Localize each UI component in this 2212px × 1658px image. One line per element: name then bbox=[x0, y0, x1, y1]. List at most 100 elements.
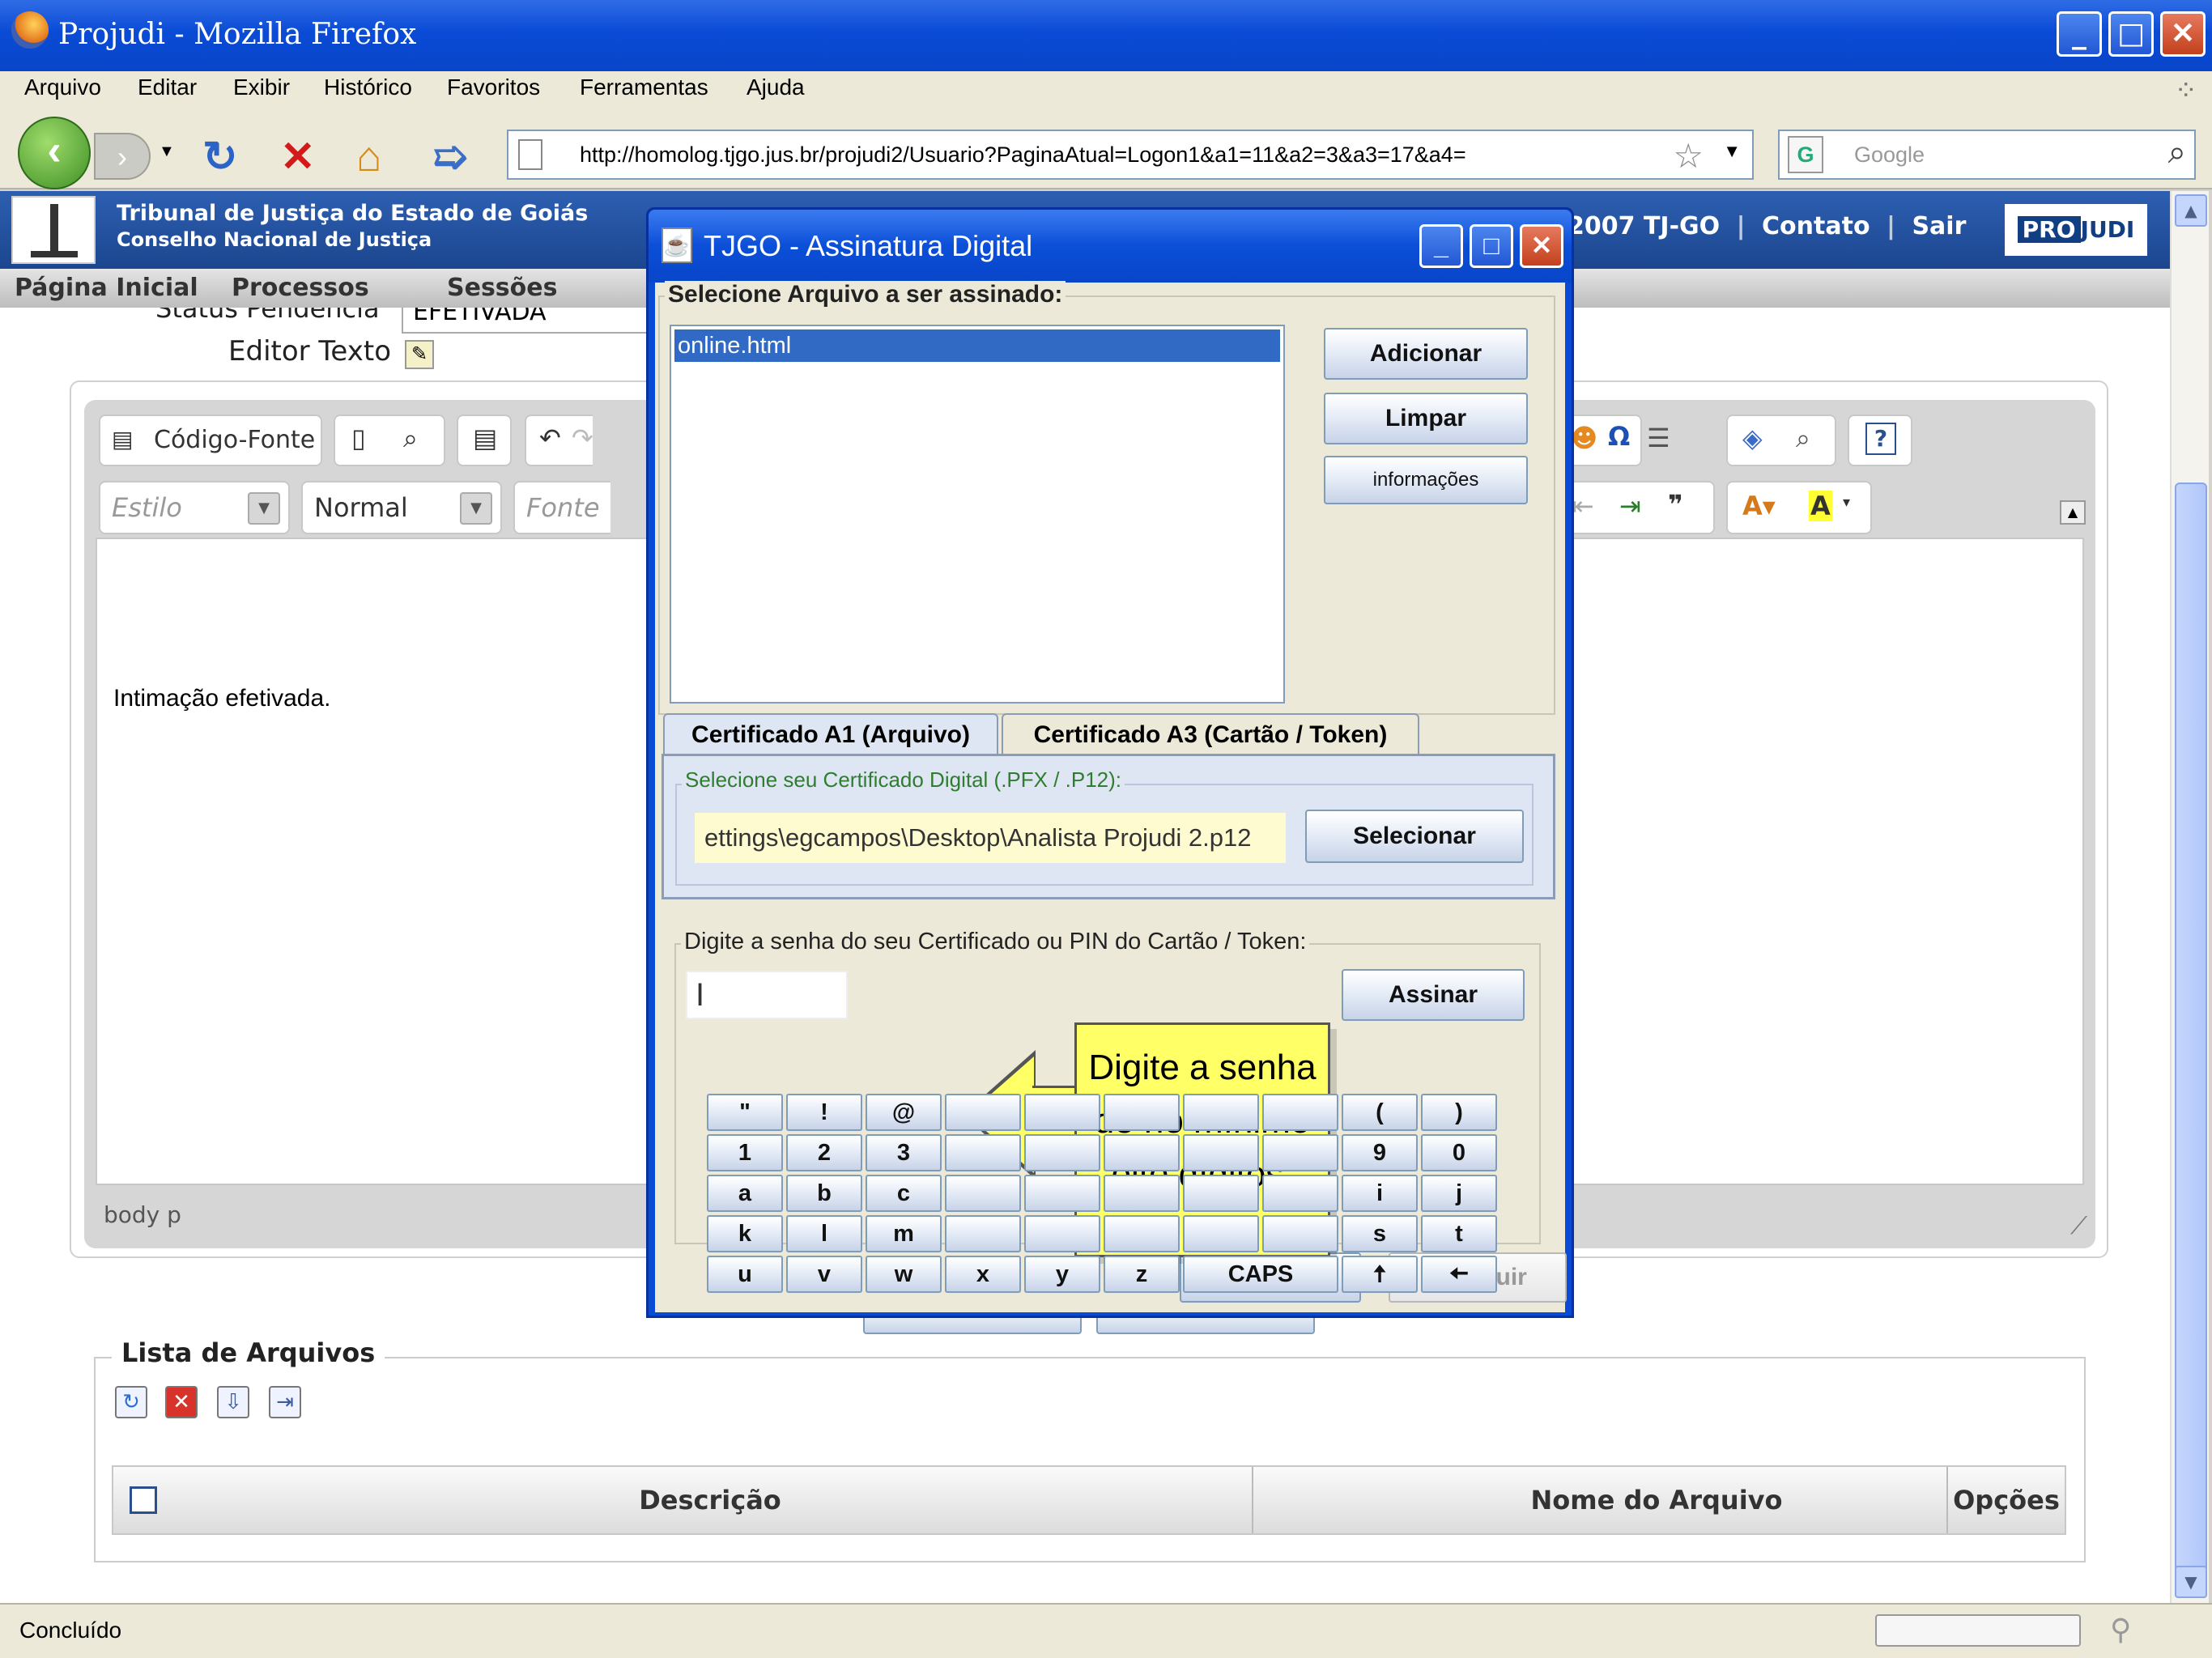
search-box[interactable]: G Google ⌕ bbox=[1778, 130, 2196, 180]
maximize-button[interactable]: □ bbox=[2108, 11, 2154, 57]
bookmark-star-icon[interactable]: ☆ bbox=[1673, 136, 1704, 176]
scroll-down-icon[interactable]: ▼ bbox=[2175, 1566, 2207, 1598]
info-button[interactable]: informações bbox=[1324, 456, 1528, 504]
menu-ferramentas[interactable]: Ferramentas bbox=[580, 74, 708, 100]
col-opcoes[interactable]: Opções bbox=[1946, 1467, 2065, 1533]
key[interactable]: 9 bbox=[1342, 1134, 1418, 1171]
show-blocks-icon[interactable]: ⌕ bbox=[1796, 423, 1810, 454]
sign-file-list[interactable]: online.html bbox=[670, 325, 1285, 704]
col-descricao[interactable]: Descrição bbox=[168, 1467, 1253, 1533]
sair-link[interactable]: Sair bbox=[1912, 212, 1966, 240]
key[interactable] bbox=[945, 1215, 1021, 1252]
special-char-icon[interactable]: Ω bbox=[1608, 421, 1630, 452]
key[interactable]: @ bbox=[866, 1094, 942, 1131]
key[interactable]: 2 bbox=[786, 1134, 862, 1171]
key[interactable] bbox=[945, 1175, 1021, 1212]
menu-exibir[interactable]: Exibir bbox=[233, 74, 290, 100]
source-button[interactable]: Código-Fonte bbox=[154, 426, 315, 454]
key[interactable]: ! bbox=[786, 1094, 862, 1131]
key[interactable] bbox=[1024, 1175, 1100, 1212]
indent-icon[interactable]: ⇥ bbox=[1619, 491, 1641, 521]
key[interactable] bbox=[945, 1094, 1021, 1131]
google-engine-icon[interactable]: G bbox=[1788, 136, 1823, 173]
page-break-icon[interactable]: ☰ bbox=[1647, 423, 1670, 453]
reload-icon[interactable]: ↻ bbox=[202, 133, 238, 181]
key[interactable]: a bbox=[707, 1175, 783, 1212]
collapse-toolbar-icon[interactable]: ▲ bbox=[2060, 500, 2086, 525]
nav-pagina-inicial[interactable]: Página Inicial bbox=[15, 274, 198, 302]
key[interactable]: b bbox=[786, 1175, 862, 1212]
file-list-item[interactable]: online.html bbox=[674, 329, 1280, 362]
key[interactable]: i bbox=[1342, 1175, 1418, 1212]
history-dropdown-icon[interactable]: ▼ bbox=[159, 142, 175, 161]
nav-sessoes[interactable]: Sessões bbox=[447, 274, 557, 302]
select-cert-button[interactable]: Selecionar bbox=[1305, 810, 1524, 863]
undo-icon[interactable]: ↶ bbox=[539, 423, 561, 453]
scroll-up-icon[interactable]: ▲ bbox=[2175, 194, 2207, 227]
attach-icon[interactable]: ⇥ bbox=[269, 1386, 301, 1418]
key[interactable]: k bbox=[707, 1215, 783, 1252]
font-combo[interactable]: Fonte bbox=[513, 481, 610, 534]
smiley-icon[interactable]: ☻ bbox=[1571, 423, 1597, 453]
help-icon[interactable]: ? bbox=[1865, 423, 1896, 455]
key[interactable]: t bbox=[1421, 1215, 1497, 1252]
menu-historico[interactable]: Histórico bbox=[324, 74, 412, 100]
key[interactable] bbox=[1104, 1134, 1180, 1171]
text-color-icon[interactable]: A▾ bbox=[1742, 491, 1776, 521]
key[interactable] bbox=[1104, 1094, 1180, 1131]
key[interactable]: " bbox=[707, 1094, 783, 1131]
key[interactable]: v bbox=[786, 1256, 862, 1293]
key[interactable] bbox=[1183, 1215, 1259, 1252]
add-button[interactable]: Adicionar bbox=[1324, 328, 1528, 380]
scroll-thumb[interactable] bbox=[2175, 483, 2207, 1584]
key[interactable] bbox=[1262, 1134, 1338, 1171]
forward-button[interactable]: › bbox=[94, 133, 151, 180]
key[interactable] bbox=[945, 1134, 1021, 1171]
format-dropdown-icon[interactable]: ▼ bbox=[460, 492, 492, 525]
back-button[interactable]: ‹ bbox=[18, 117, 91, 189]
status-pendencia-select[interactable]: EFETIVADA bbox=[402, 308, 653, 334]
minimize-button[interactable]: _ bbox=[2057, 11, 2102, 57]
style-dropdown-icon[interactable]: ▼ bbox=[248, 492, 280, 525]
outdent-icon[interactable]: ⇤ bbox=[1572, 491, 1594, 521]
url-bar[interactable]: http://homolog.tjgo.jus.br/projudi2/Usua… bbox=[507, 130, 1754, 180]
dialog-close-button[interactable]: ✕ bbox=[1520, 224, 1563, 268]
key[interactable]: l bbox=[786, 1215, 862, 1252]
maximize-editor-icon[interactable]: ◈ bbox=[1742, 423, 1763, 453]
new-page-icon[interactable]: ▯ bbox=[351, 423, 366, 453]
key[interactable]: y bbox=[1024, 1256, 1100, 1293]
menu-favoritos[interactable]: Favoritos bbox=[447, 74, 540, 100]
resize-handle-icon[interactable]: ⟋ bbox=[2070, 1212, 2087, 1240]
key[interactable]: m bbox=[866, 1215, 942, 1252]
edit-pencil-icon[interactable]: ✎ bbox=[405, 340, 434, 369]
key[interactable] bbox=[1024, 1094, 1100, 1131]
key[interactable] bbox=[1183, 1134, 1259, 1171]
key[interactable]: s bbox=[1342, 1215, 1418, 1252]
preview-icon[interactable]: ⌕ bbox=[403, 423, 418, 454]
tab-certificado-a1[interactable]: Certificado A1 (Arquivo) bbox=[663, 713, 998, 755]
stop-icon[interactable]: ✕ bbox=[280, 133, 316, 181]
contato-link[interactable]: Contato bbox=[1762, 212, 1870, 240]
key[interactable]: w bbox=[866, 1256, 942, 1293]
key[interactable] bbox=[1183, 1094, 1259, 1131]
menu-editar[interactable]: Editar bbox=[138, 74, 197, 100]
key[interactable] bbox=[1024, 1215, 1100, 1252]
home-icon[interactable]: ⌂ bbox=[356, 133, 381, 181]
format-combo[interactable]: Normal ▼ bbox=[301, 481, 502, 534]
backspace-key[interactable]: 🠄 bbox=[1421, 1256, 1497, 1293]
clear-button[interactable]: Limpar bbox=[1324, 393, 1528, 444]
select-all-checkbox[interactable] bbox=[130, 1486, 157, 1514]
menu-arquivo[interactable]: Arquivo bbox=[24, 74, 101, 100]
caps-key[interactable]: CAPS bbox=[1183, 1256, 1338, 1293]
key[interactable]: 1 bbox=[707, 1134, 783, 1171]
refresh-icon[interactable]: ↻ bbox=[115, 1386, 147, 1418]
key[interactable]: u bbox=[707, 1256, 783, 1293]
bg-color-dropdown-icon[interactable]: ▾ bbox=[1843, 494, 1850, 511]
col-nome-arquivo[interactable]: Nome do Arquivo bbox=[1257, 1467, 2058, 1533]
style-combo[interactable]: Estilo ▼ bbox=[99, 481, 290, 534]
key[interactable]: j bbox=[1421, 1175, 1497, 1212]
blockquote-icon[interactable]: ❞ bbox=[1668, 489, 1683, 520]
key[interactable] bbox=[1262, 1094, 1338, 1131]
key[interactable] bbox=[1262, 1215, 1338, 1252]
nav-processos[interactable]: Processos bbox=[232, 274, 369, 302]
